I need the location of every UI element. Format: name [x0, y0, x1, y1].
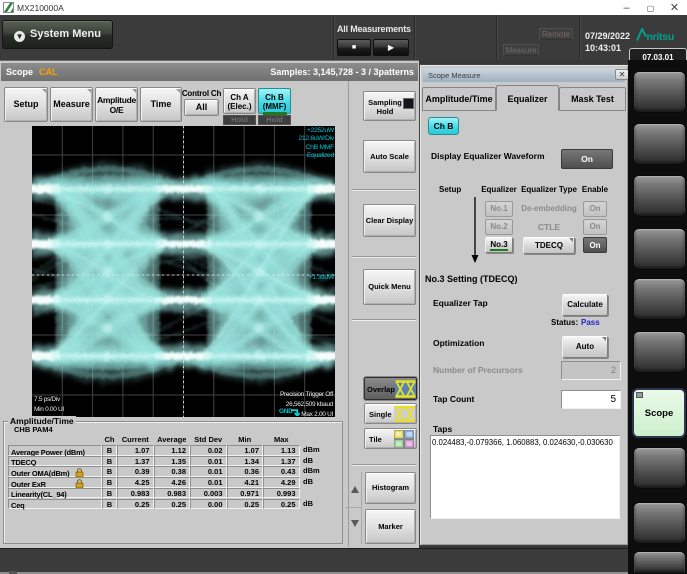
svg-text:nritsu: nritsu — [647, 31, 674, 42]
